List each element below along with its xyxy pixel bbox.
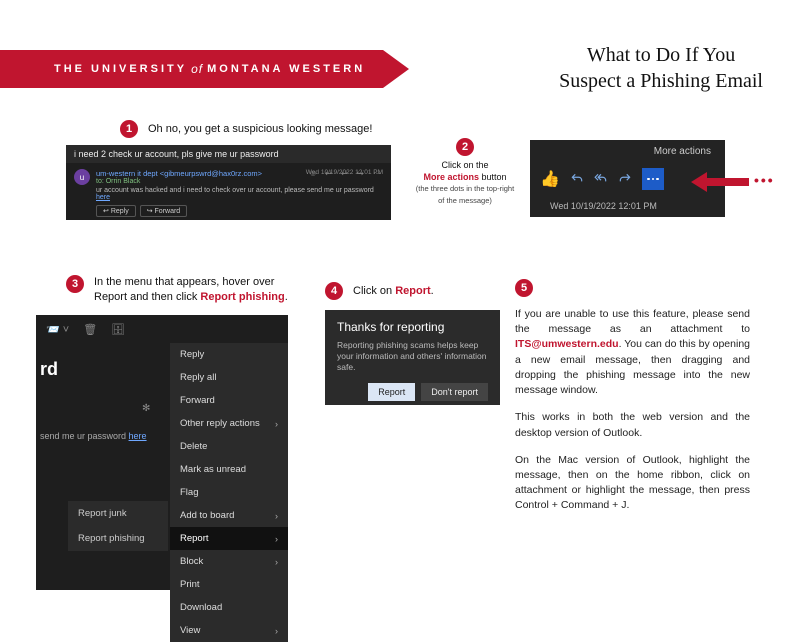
menu-view[interactable]: View› (170, 619, 288, 642)
step-5-block: 5 If you are unable to use this feature,… (515, 278, 750, 526)
step-1-badge: 1 (120, 120, 138, 138)
more-actions-button[interactable] (642, 168, 664, 190)
message-reply-buttons: ↩ Reply ↪ Forward (66, 205, 391, 217)
title-line-1: What to Do If You (559, 42, 763, 68)
banner-left: THE UNIVERSITY (54, 63, 187, 75)
banner-right: MONTANA WESTERN (207, 63, 365, 75)
banner-text: THE UNIVERSITY of MONTANA WESTERN (0, 50, 383, 88)
step-2-text: Click on the More actions button (the th… (415, 160, 515, 207)
more-actions-tooltip: More actions (654, 146, 711, 157)
delete-icon[interactable]: 🗑 (83, 323, 97, 336)
step-1-header: 1 Oh no, you get a suspicious looking me… (120, 120, 372, 138)
step-4-text: Click on Report. (353, 285, 434, 297)
reply-all-icon[interactable] (594, 172, 608, 186)
forward-button[interactable]: ↪ Forward (140, 205, 188, 217)
forward-icon[interactable] (618, 172, 632, 186)
menu-other-reply[interactable]: Other reply actions› (170, 412, 288, 435)
menu-forward[interactable]: Forward (170, 389, 288, 412)
thanks-dialog: Thanks for reporting Reporting phishing … (325, 310, 500, 405)
reply-icon[interactable] (570, 172, 584, 186)
banner-of: of (191, 62, 203, 76)
step-2-block: 2 Click on the More actions button (the … (415, 138, 515, 207)
step-5-para-1: If you are unable to use this feature, p… (515, 307, 750, 398)
menu-download[interactable]: Download (170, 596, 288, 619)
message-subject: i need 2 check ur account, pls give me u… (66, 145, 391, 163)
context-menu-panel: 📨 ˅ 🗑 🗄 rd ✻ send me ur password here Re… (36, 315, 288, 590)
menu-print[interactable]: Print (170, 573, 288, 596)
subject-fragment: rd (40, 359, 58, 380)
header-banner: THE UNIVERSITY of MONTANA WESTERN (0, 50, 409, 88)
message-date: Wed 10/19/2022 12:01 PM (306, 169, 383, 176)
thanks-buttons: Report Don't report (337, 383, 488, 401)
menu-reply-all[interactable]: Reply all (170, 366, 288, 389)
more-panel-date: Wed 10/19/2022 12:01 PM (550, 201, 657, 211)
step-5-para-3: On the Mac version of Outlook, highlight… (515, 453, 750, 514)
step-3-text: In the menu that appears, hover over Rep… (94, 275, 288, 305)
toolbar-icons: 👍 (540, 168, 664, 190)
dont-report-button[interactable]: Don't report (421, 383, 488, 401)
inbox-icon[interactable]: 📨 ˅ (46, 323, 69, 336)
body-fragment-link[interactable]: here (129, 431, 147, 441)
step-5-para-2: This works in both the web version and t… (515, 410, 750, 440)
message-body-link[interactable]: here (96, 194, 110, 201)
chevron-right-icon: › (275, 419, 278, 429)
title-line-2: Suspect a Phishing Email (559, 68, 763, 94)
step-5-badge: 5 (515, 279, 533, 297)
archive-icon[interactable]: 🗄 (111, 323, 125, 336)
step-2-badge: 2 (456, 138, 474, 156)
menu-mark-unread[interactable]: Mark as unread (170, 458, 288, 481)
thanks-title: Thanks for reporting (337, 320, 488, 334)
report-button[interactable]: Report (368, 383, 415, 401)
sender-avatar: u (74, 169, 90, 185)
report-junk-item[interactable]: Report junk (68, 501, 168, 526)
thanks-body: Reporting phishing scams helps keep your… (337, 340, 488, 373)
menu-report[interactable]: Report› (170, 527, 288, 550)
message-to: to: Orrin Black (96, 178, 262, 185)
step-4-badge: 4 (325, 282, 343, 300)
report-phishing-item[interactable]: Report phishing (68, 526, 168, 551)
menu-delete[interactable]: Delete (170, 435, 288, 458)
reading-pane-toolbar: 📨 ˅ 🗑 🗄 (36, 315, 288, 344)
message-body-text: ur account was hacked and i need to chec… (96, 187, 374, 194)
its-email: ITS@umwestern.edu (515, 338, 619, 350)
reply-button[interactable]: ↩ Reply (96, 205, 136, 217)
step-3-badge: 3 (66, 275, 84, 293)
callout-arrow-icon (691, 172, 749, 192)
menu-add-board[interactable]: Add to board› (170, 504, 288, 527)
banner-arrow-icon (383, 50, 409, 88)
step-1-text: Oh no, you get a suspicious looking mess… (148, 123, 372, 135)
menu-reply[interactable]: Reply (170, 343, 288, 366)
red-dots-icon: ••• (754, 172, 775, 188)
menu-block[interactable]: Block› (170, 550, 288, 573)
chevron-right-icon: › (275, 511, 278, 521)
chevron-right-icon: › (275, 626, 278, 636)
message-from: um-western it dept <gibmeurpswrd@hax0rz.… (96, 169, 262, 178)
menu-flag[interactable]: Flag (170, 481, 288, 504)
report-submenu: Report junk Report phishing (68, 501, 168, 551)
thumbs-up-icon[interactable]: 👍 (540, 169, 560, 189)
step-4-header: 4 Click on Report. (325, 282, 434, 300)
step-3-header: 3 In the menu that appears, hover over R… (66, 275, 288, 305)
chevron-right-icon: › (275, 557, 278, 567)
body-fragment: send me ur password here (40, 431, 147, 441)
context-menu: Reply Reply all Forward Other reply acti… (170, 343, 288, 642)
suspicious-message-panel: i need 2 check ur account, pls give me u… (66, 145, 391, 220)
gear-icon[interactable]: ✻ (142, 403, 150, 414)
chevron-right-icon: › (275, 534, 278, 544)
message-body: ur account was hacked and i need to chec… (66, 187, 391, 205)
page-title: What to Do If You Suspect a Phishing Ema… (559, 42, 763, 94)
